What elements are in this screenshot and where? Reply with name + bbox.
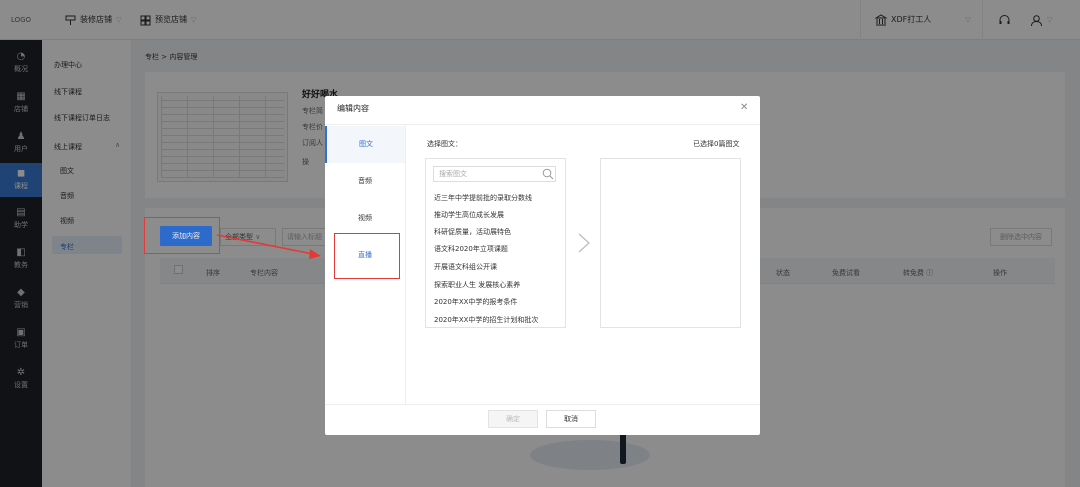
list-item[interactable]: 推动学生高位成长发展 [434,210,504,220]
annotation-box-live-tab [334,233,400,279]
annotation-box-add-content [144,217,220,254]
selected-list [600,158,741,328]
list-item[interactable]: 2020年XX中学的报考条件 [434,297,517,307]
cancel-button[interactable]: 取消 [546,410,596,428]
list-item[interactable]: 2020年XX中学的招生计划和批次 [434,315,538,325]
select-graphic-label: 选择图文： [427,140,462,148]
list-item[interactable]: 科研促质量，活动展特色 [434,227,511,237]
close-icon[interactable]: ✕ [740,102,748,113]
tab-video[interactable]: 视频 [325,200,405,237]
annotation-arrow [216,234,321,259]
confirm-button[interactable]: 确定 [488,410,538,428]
divider [325,404,760,405]
modal-title: 编辑内容 [337,104,369,113]
graphic-search-input[interactable]: 搜索图文 [433,166,556,182]
list-item[interactable]: 开展语文科组公开课 [434,262,497,272]
list-item[interactable]: 近三年中学提前批的录取分数线 [434,193,532,203]
selected-count: 已选择0篇图文 [693,140,740,148]
tab-audio[interactable]: 音频 [325,163,405,200]
list-item[interactable]: 探索职业人生 发展核心素养 [434,280,520,290]
search-icon[interactable] [541,167,555,181]
tab-graphic[interactable]: 图文 [325,126,405,163]
list-item[interactable]: 语文科2020年立项课题 [434,244,508,254]
chevron-right-icon[interactable] [575,232,593,254]
